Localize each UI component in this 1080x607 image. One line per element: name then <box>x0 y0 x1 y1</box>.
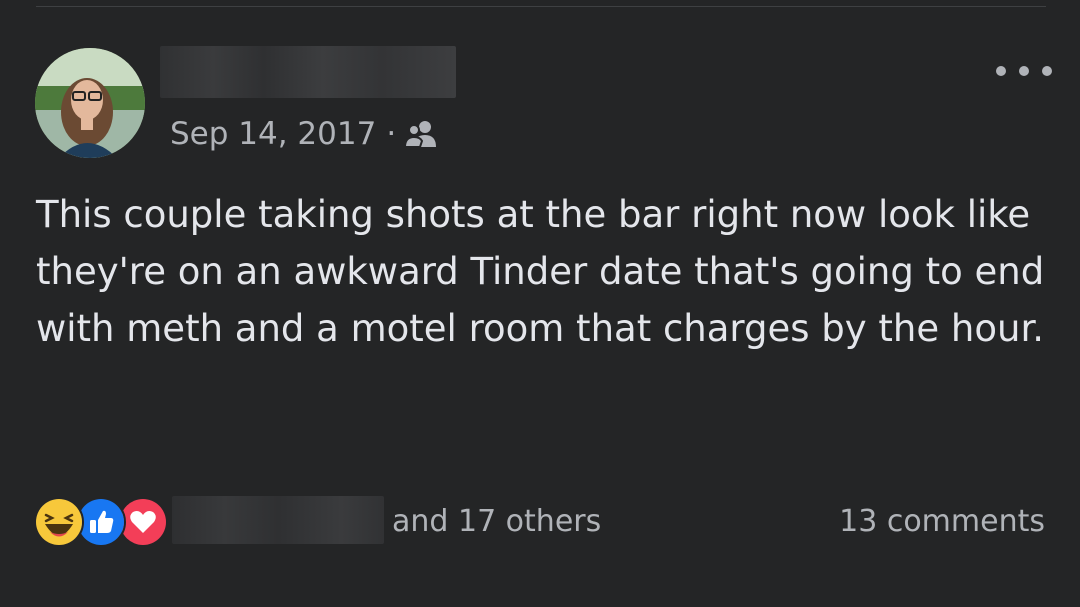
more-options-dot <box>1042 66 1052 76</box>
haha-reaction-icon <box>34 497 84 547</box>
more-options-button[interactable] <box>996 60 1052 82</box>
author-name-redacted[interactable] <box>160 46 456 98</box>
profile-photo <box>35 48 145 158</box>
more-options-dot <box>1019 66 1029 76</box>
top-divider <box>36 6 1046 7</box>
friends-icon[interactable] <box>404 119 438 149</box>
avatar[interactable] <box>35 48 145 158</box>
post-meta: Sep 14, 2017 · <box>170 112 438 156</box>
more-options-icon <box>996 66 1006 76</box>
reactor-names-redacted[interactable] <box>172 496 384 544</box>
comments-count-link[interactable]: 13 comments <box>839 500 1045 544</box>
post-body: This couple taking shots at the bar righ… <box>36 193 1045 350</box>
post-timestamp[interactable]: Sep 14, 2017 <box>170 116 376 152</box>
meta-separator: · <box>386 116 397 152</box>
reaction-icons[interactable] <box>34 497 174 547</box>
reaction-count-link[interactable]: and 17 others <box>392 500 601 544</box>
